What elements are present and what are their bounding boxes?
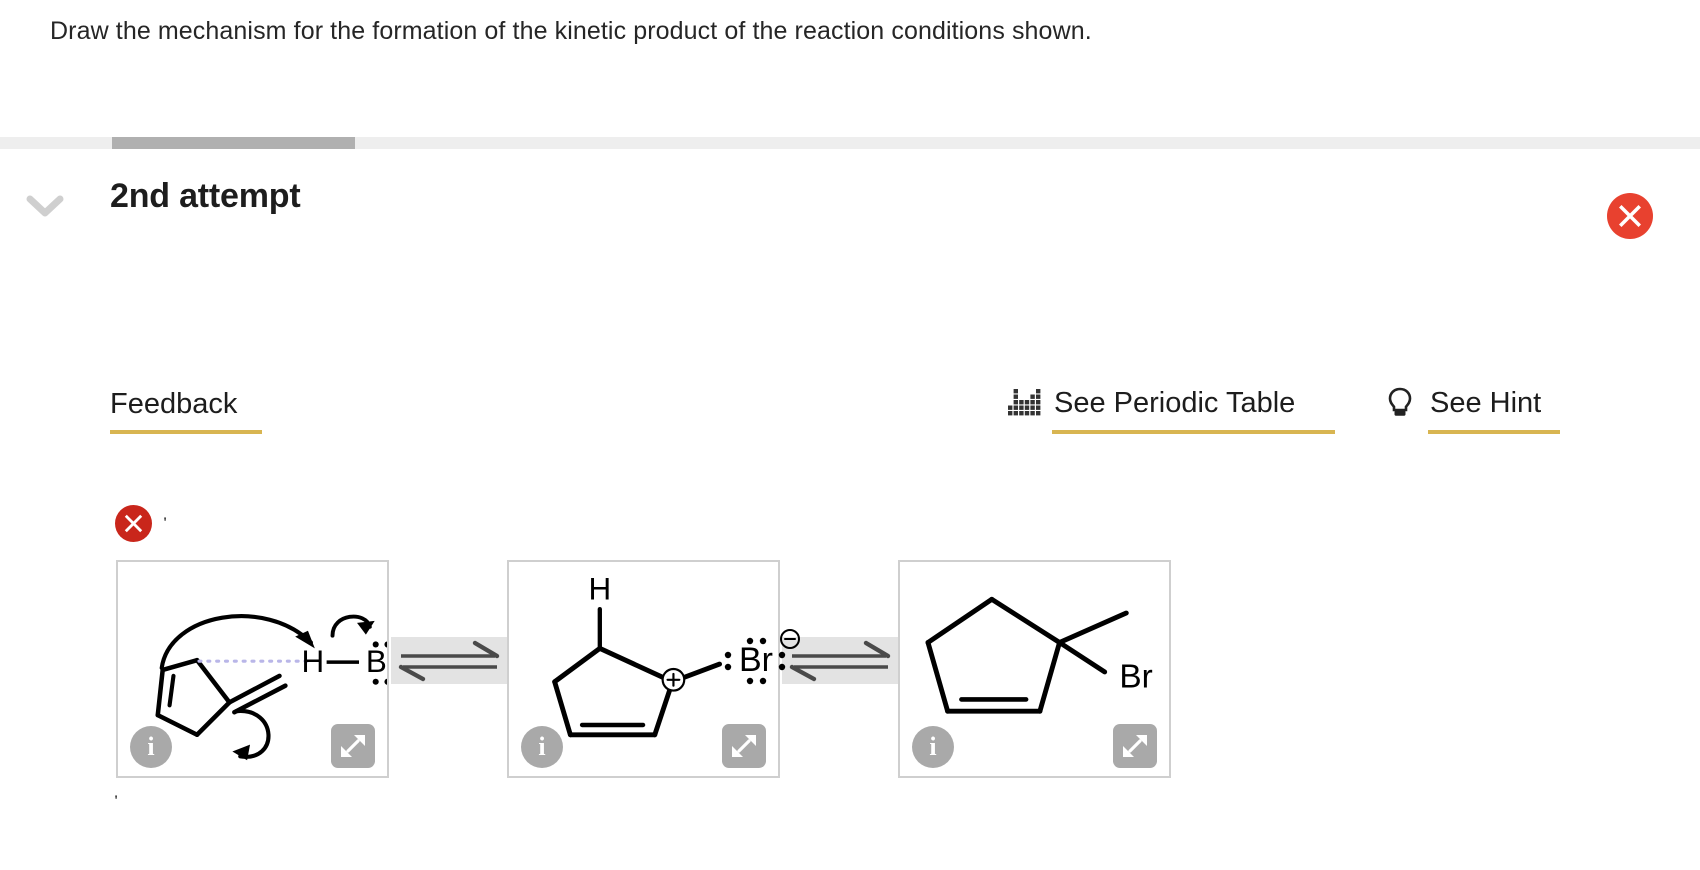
svg-text:Br: Br [739, 641, 773, 679]
info-icon: i [538, 732, 546, 761]
expand-icon [341, 735, 365, 757]
feedback-incorrect-icon [115, 505, 152, 542]
see-hint-underline [1428, 430, 1560, 434]
svg-text:Br: Br [366, 644, 387, 679]
see-periodic-table-button[interactable]: See Periodic Table [1004, 385, 1295, 421]
mechanism-scheme: H Br i [0, 548, 1700, 788]
feedback-underline [110, 430, 262, 434]
expand-icon [1123, 735, 1147, 757]
see-periodic-table-label: See Periodic Table [1054, 386, 1296, 419]
question-prompt: Draw the mechanism for the formation of … [50, 17, 1092, 45]
expand-icon [732, 735, 756, 757]
lightbulb-icon [1380, 385, 1420, 421]
step-2-info-button[interactable]: i [521, 726, 563, 768]
step-3-info-button[interactable]: i [912, 726, 954, 768]
attempt-header: 2nd attempt [0, 149, 1700, 284]
mechanism-step-1-panel[interactable]: H Br i [116, 560, 389, 778]
bromide-anion-structure: Br [724, 629, 800, 685]
see-hint-label: See Hint [1430, 386, 1542, 419]
attempt-progress-bar [0, 137, 1700, 149]
attempt-title: 2nd attempt [110, 177, 301, 215]
feedback-marker-bottom: ' [114, 793, 119, 809]
step-1-info-button[interactable]: i [130, 726, 172, 768]
svg-text:H: H [302, 644, 325, 679]
chevron-down-icon[interactable] [26, 191, 64, 221]
svg-text:Br: Br [1119, 659, 1152, 696]
bromide-anion-species: Br [716, 627, 802, 693]
step-2-expand-button[interactable] [722, 724, 766, 768]
see-hint-button[interactable]: See Hint [1380, 385, 1541, 421]
attempt-progress-active-segment [112, 137, 355, 149]
step-1-expand-button[interactable] [331, 724, 375, 768]
page-root: Draw the mechanism for the formation of … [0, 0, 1700, 870]
periodic-table-icon [1004, 385, 1044, 421]
info-icon: i [929, 732, 937, 761]
mechanism-step-3-panel[interactable]: Br i [898, 560, 1171, 778]
feedback-label: Feedback [110, 388, 238, 420]
equilibrium-arrow-1 [391, 637, 507, 684]
prompt-bar: Draw the mechanism for the formation of … [0, 0, 1700, 137]
info-icon: i [147, 732, 155, 761]
see-periodic-table-underline [1052, 430, 1335, 434]
svg-text:H: H [588, 571, 611, 606]
attempt-status-incorrect-icon [1607, 193, 1653, 239]
step-3-expand-button[interactable] [1113, 724, 1157, 768]
feedback-marker-top: ' [163, 515, 168, 531]
